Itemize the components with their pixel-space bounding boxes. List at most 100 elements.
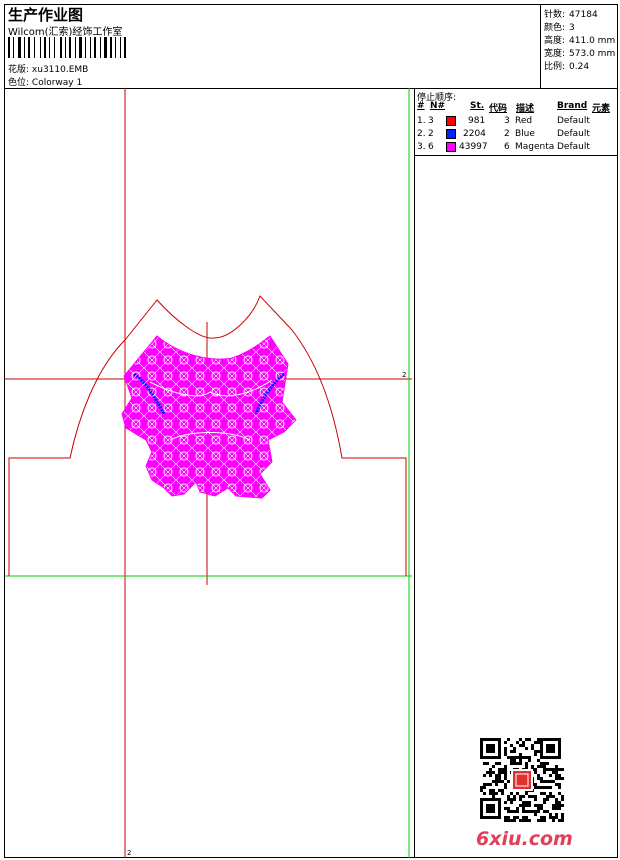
barcode-bar: [49, 37, 50, 58]
qr-module: [486, 783, 489, 786]
qr-module: [525, 819, 528, 822]
qr-module: [522, 801, 525, 804]
qr-module: [543, 792, 546, 795]
qr-module: [510, 744, 513, 747]
qr-module: [546, 798, 549, 801]
qr-module: [489, 789, 492, 792]
qr-module: [561, 819, 564, 822]
qr-module: [519, 804, 522, 807]
qr-module: [501, 792, 504, 795]
qr-module: [528, 804, 531, 807]
qr-module: [525, 762, 528, 765]
qr-module: [555, 771, 558, 774]
qr-module: [549, 768, 552, 771]
qr-module: [525, 747, 528, 750]
qr-module: [504, 807, 507, 810]
qr-module: [534, 750, 537, 753]
stat-stitches: 针数: 47184: [544, 10, 598, 20]
qr-code: [480, 738, 564, 822]
qr-module: [525, 804, 528, 807]
qr-module: [498, 774, 501, 777]
barcode-bar: [60, 37, 62, 58]
qr-finder: [486, 804, 495, 813]
qr-module: [531, 795, 534, 798]
qr-module: [504, 768, 507, 771]
qr-module: [522, 744, 525, 747]
qr-module: [546, 810, 549, 813]
qr-module: [543, 801, 546, 804]
qr-module: [492, 789, 495, 792]
qr-module: [519, 795, 522, 798]
barcode-bar: [24, 37, 25, 58]
qr-module: [543, 771, 546, 774]
qr-module: [504, 816, 507, 819]
qr-module: [525, 816, 528, 819]
page-title: 生产作业图: [8, 6, 84, 24]
qr-module: [549, 813, 552, 816]
barcode-bar: [124, 37, 126, 58]
qr-module: [495, 792, 498, 795]
qr-module: [552, 807, 555, 810]
color-swatch: [446, 116, 456, 126]
col-no: N#: [430, 101, 446, 111]
qr-module: [504, 777, 507, 780]
qr-module: [561, 813, 564, 816]
qr-module: [540, 816, 543, 819]
qr-module: [522, 795, 525, 798]
qr-module: [537, 759, 540, 762]
qr-module: [540, 777, 543, 780]
qr-module: [561, 816, 564, 819]
qr-module: [540, 792, 543, 795]
qr-module: [543, 768, 546, 771]
qr-module: [552, 816, 555, 819]
site-watermark: 6xiu.com: [476, 828, 573, 850]
design-label: 花版:: [8, 65, 30, 75]
qr-module: [483, 786, 486, 789]
qr-module: [549, 780, 552, 783]
qr-module: [495, 783, 498, 786]
qr-module: [498, 771, 501, 774]
qr-module: [519, 756, 522, 759]
qr-module: [528, 738, 531, 741]
qr-module: [543, 765, 546, 768]
qr-module: [555, 765, 558, 768]
qr-module: [507, 819, 510, 822]
barcode-bar: [69, 37, 71, 58]
qr-module: [522, 819, 525, 822]
qr-module: [534, 741, 537, 744]
qr-module: [516, 756, 519, 759]
qr-module: [510, 819, 513, 822]
barcode-bar: [110, 37, 112, 58]
qr-finder: [486, 744, 495, 753]
barcode-bar: [13, 37, 14, 58]
qr-module: [486, 771, 489, 774]
qr-module: [510, 750, 513, 753]
embroidery-motif: [121, 335, 297, 499]
design-canvas: 2 2: [5, 88, 412, 858]
qr-module: [558, 786, 561, 789]
qr-module: [513, 750, 516, 753]
qr-module: [555, 798, 558, 801]
qr-module: [534, 810, 537, 813]
qr-module: [495, 774, 498, 777]
qr-module: [492, 795, 495, 798]
qr-module: [561, 768, 564, 771]
qr-module: [519, 759, 522, 762]
col-stitches: St.: [470, 101, 485, 111]
qr-module: [555, 813, 558, 816]
qr-module: [555, 801, 558, 804]
qr-module: [537, 786, 540, 789]
qr-module: [489, 768, 492, 771]
canvas-marker-right: 2: [402, 371, 406, 379]
qr-module: [519, 738, 522, 741]
canvas-marker-bottom: 2: [127, 849, 131, 857]
qr-module: [531, 765, 534, 768]
colorway-label: 色位:: [8, 78, 30, 88]
qr-module: [510, 801, 513, 804]
qr-module: [522, 807, 525, 810]
qr-module: [537, 741, 540, 744]
qr-module: [549, 816, 552, 819]
qr-module: [534, 771, 537, 774]
barcode-bar: [34, 37, 35, 58]
col-desc: 描述: [516, 104, 535, 114]
